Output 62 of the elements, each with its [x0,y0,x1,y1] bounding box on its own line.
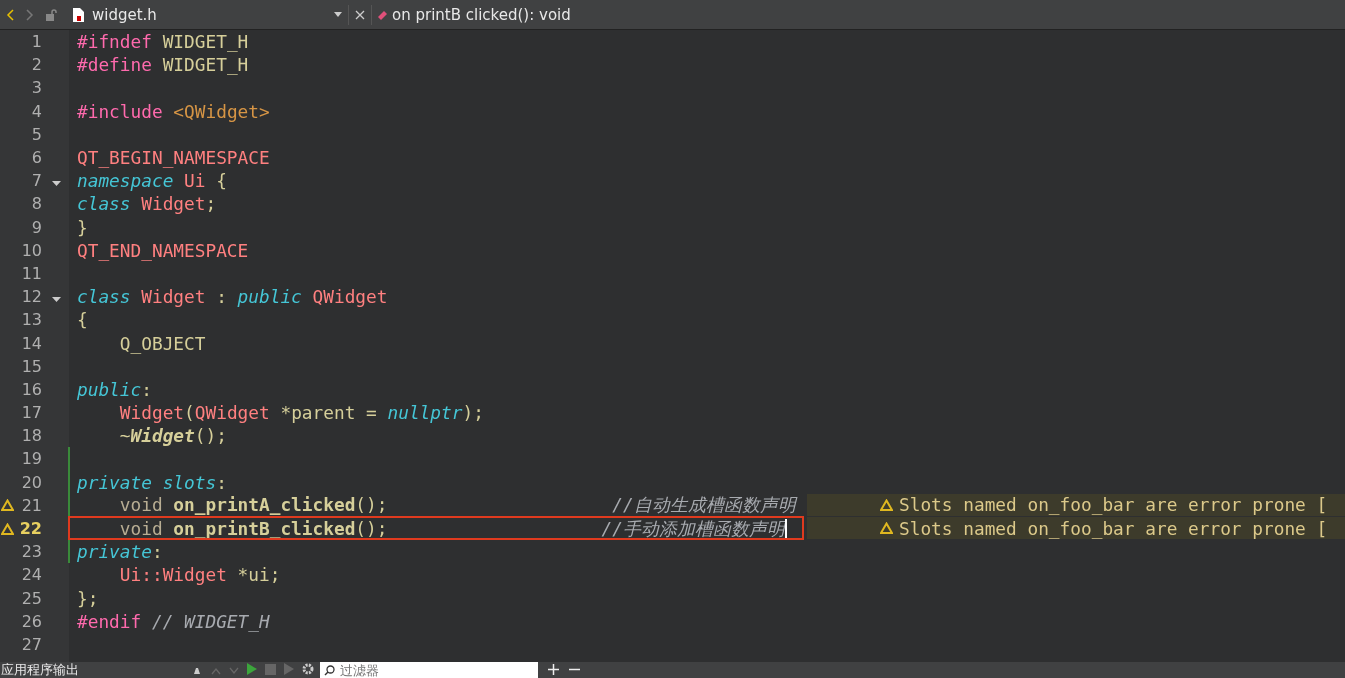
line-number: 23 [21,542,42,562]
line-number: 9 [31,217,42,237]
code-line: private: [77,541,163,563]
code-line: #endif // WIDGET_H [77,610,270,632]
warning-icon [880,498,893,511]
search-icon [324,665,335,676]
line-number: 6 [31,148,42,168]
code-line: #ifndef WIDGET_H [77,31,249,53]
add-icon[interactable] [548,662,559,678]
code-line: { [77,309,88,331]
code-line: ~Widget(); [118,425,227,447]
line-number: 25 [21,588,42,608]
code-line: public: [77,378,152,400]
code-line: namespace Ui { [77,170,227,192]
code-line: void on_printB_clicked(); //手动添加槽函数声明 [118,516,785,541]
line-number: 16 [21,379,42,399]
code-line: QT_BEGIN_NAMESPACE [77,147,270,169]
code-line: void on_printA_clicked(); //自动生成槽函数声明 [118,493,796,518]
line-number: 26 [21,611,42,631]
line-number: 11 [21,263,42,283]
code-line: private slots: [77,471,227,493]
line-number: 7 [31,171,42,191]
line-number: 18 [21,426,42,446]
line-number: 4 [31,101,42,121]
code-line: } [77,216,88,238]
line-number: 12 [21,287,42,307]
line-number: 5 [31,124,42,144]
code-line: }; [77,587,99,609]
line-number: 22 [19,519,42,539]
code-line: Widget(QWidget *parent = nullptr); [118,402,484,424]
filter-field[interactable]: 过滤器 [320,662,538,678]
line-number: 24 [21,565,42,585]
line-number: 2 [31,55,42,75]
line-number: 1 [31,32,42,52]
code-line: Ui::Widget *ui; [118,564,281,586]
code-line: Q_OBJECT [118,332,206,354]
line-number: 3 [31,78,42,98]
warning-text: Slots named on_foo_bar are error prone [ [899,517,1328,539]
run-icon[interactable] [247,662,257,678]
output-pane-title[interactable]: 应用程序输出 [0,662,191,678]
code-line: QT_END_NAMESPACE [77,239,249,261]
line-number: 13 [21,310,42,330]
symbol-icon [376,8,388,21]
warning-icon [1,499,14,512]
line-number: 21 [21,495,42,515]
file-name[interactable]: widget.h [92,5,332,24]
symbol-selector[interactable]: on printB clicked(): void [392,5,571,24]
code-line: class Widget : public QWidget [77,286,388,308]
line-number: 17 [21,403,42,423]
code-line: #define WIDGET_H [77,54,249,76]
line-number: 10 [21,240,42,260]
line-number: 19 [21,449,42,469]
line-number: 8 [31,194,42,214]
line-number: 20 [21,472,42,492]
warning-icon [880,522,893,535]
line-number: 14 [21,333,42,353]
code-line: #include <QWidget> [77,100,270,122]
code-line: class Widget; [77,193,217,215]
warning-text: Slots named on_foo_bar are error prone [ [899,494,1328,516]
line-number: 15 [21,356,42,376]
line-number: 27 [21,634,42,654]
warning-icon [1,522,14,535]
